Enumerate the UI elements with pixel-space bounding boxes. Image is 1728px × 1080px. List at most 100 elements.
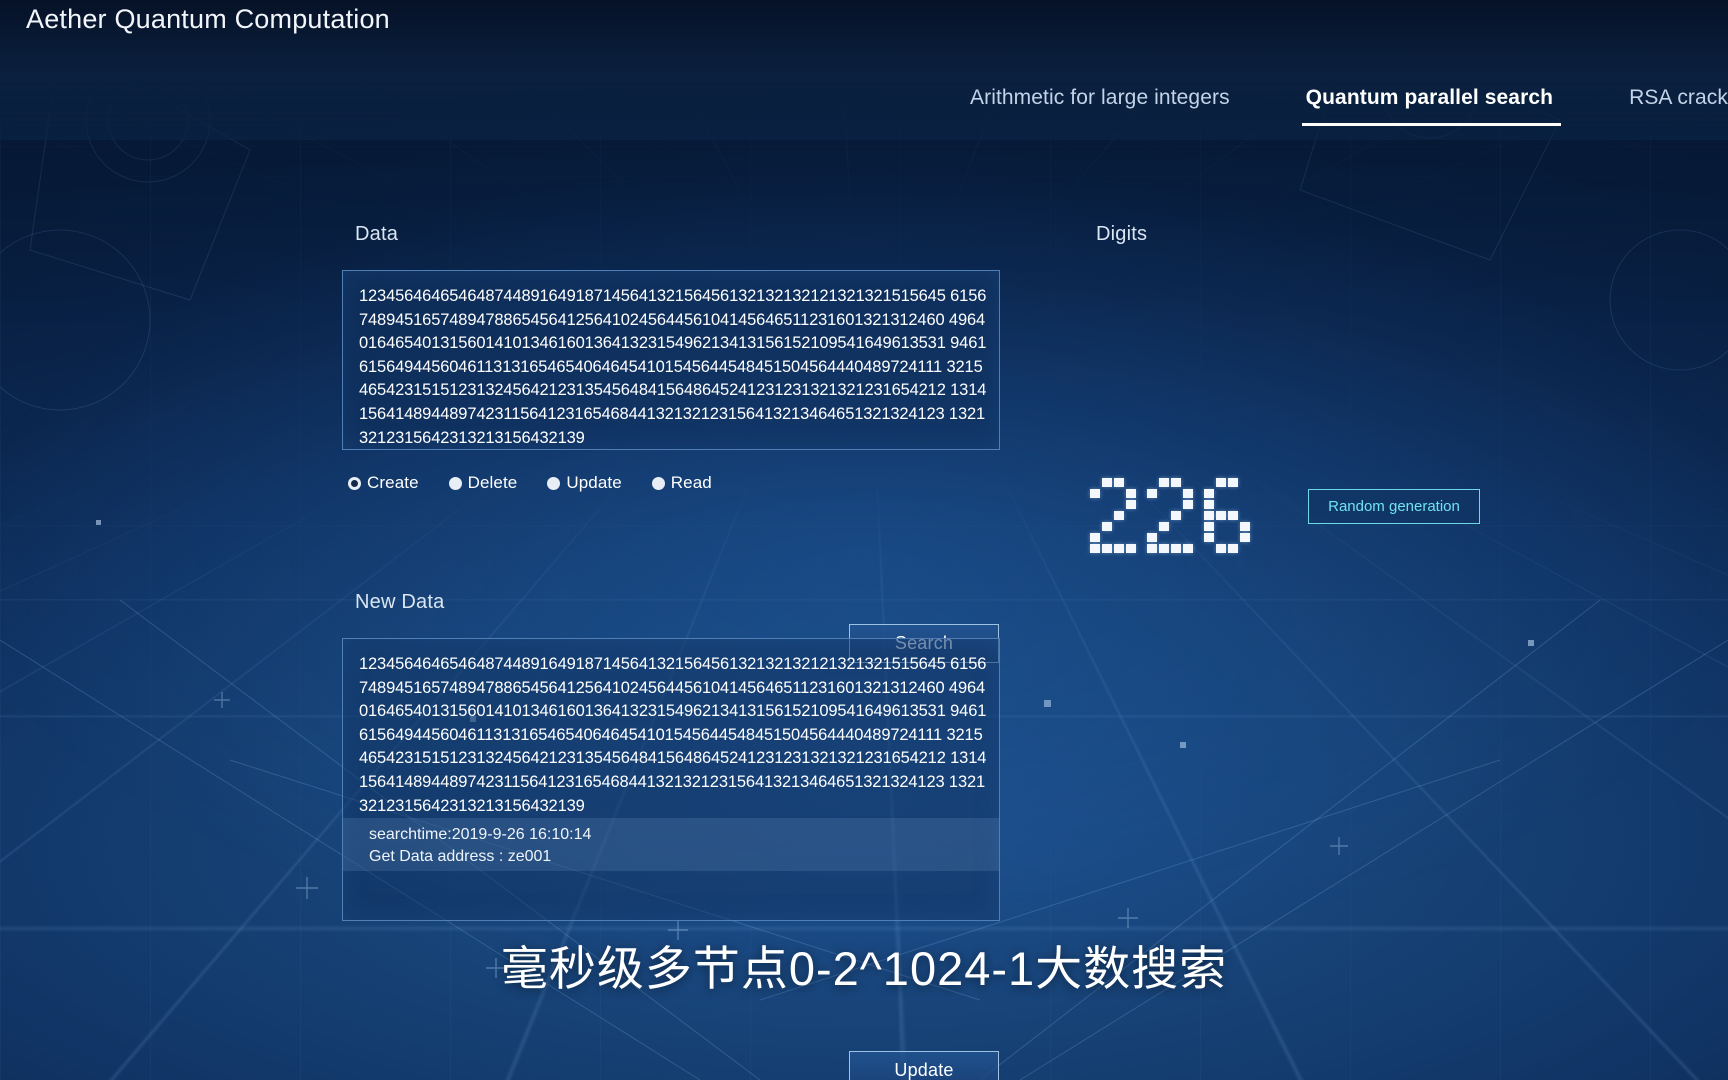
led-cell: [1090, 478, 1100, 487]
led-cell: [1240, 511, 1250, 520]
led-cell: [1183, 500, 1193, 509]
data-input[interactable]: 1234564646546487448916491871456413215645…: [342, 270, 1000, 450]
main-nav: Arithmetic for large integers Quantum pa…: [932, 86, 1728, 126]
radio-dot-icon: [348, 476, 361, 490]
led-cell: [1216, 522, 1226, 531]
led-cell: [1159, 500, 1169, 509]
led-cell: [1216, 478, 1226, 487]
new-data-line: 1564148944897423115641231654684413213212…: [359, 772, 986, 791]
led-cell: [1228, 478, 1238, 487]
led-cell: [1216, 500, 1226, 509]
led-cell: [1090, 500, 1100, 509]
data-address-text: Get Data address : ze001: [369, 848, 552, 865]
led-cell: [1147, 533, 1157, 542]
data-line: 7489451657489478865456412564102456445610…: [359, 310, 986, 329]
update-button[interactable]: Update: [849, 1051, 999, 1080]
led-cell: [1147, 478, 1157, 487]
led-cell: [1126, 500, 1136, 509]
led-cell: [1102, 500, 1112, 509]
data-line: 3212315642313213156432139: [359, 428, 585, 447]
led-cell: [1204, 489, 1214, 498]
page-title: Aether Quantum Computation: [26, 4, 390, 34]
led-cell: [1183, 544, 1193, 553]
radio-dot-icon: [547, 476, 561, 490]
led-cell: [1114, 533, 1124, 542]
led-cell: [1159, 489, 1169, 498]
led-cell: [1228, 489, 1238, 498]
led-cell: [1204, 544, 1214, 553]
led-cell: [1171, 511, 1181, 520]
led-cell: [1204, 511, 1214, 520]
led-cell: [1204, 478, 1214, 487]
led-cell: [1228, 511, 1238, 520]
led-cell: [1216, 489, 1226, 498]
radio-dot-icon: [651, 476, 665, 490]
led-cell: [1216, 533, 1226, 542]
led-cell: [1114, 511, 1124, 520]
led-cell: [1216, 544, 1226, 553]
data-line: 6156494456046113131654654064645410154564…: [359, 357, 983, 376]
footer-headline: 毫秒级多节点0-2^1024-1大数搜索: [500, 942, 1228, 995]
led-cell: [1090, 522, 1100, 531]
led-cell: [1240, 478, 1250, 487]
led-cell: [1090, 533, 1100, 542]
new-data-line: 4654231515123132456421231354564841564864…: [359, 749, 987, 768]
led-cell: [1171, 500, 1181, 509]
operation-radio-group: Create Delete Update Read: [348, 473, 712, 493]
new-data-line: 1234564646546487448916491871456413215645…: [359, 655, 987, 673]
led-cell: [1171, 533, 1181, 542]
new-data-line: 3212315642313213156432139: [359, 796, 585, 815]
led-cell: [1240, 522, 1250, 531]
led-cell: [1159, 533, 1169, 542]
led-cell: [1126, 533, 1136, 542]
search-time-text: searchtime:2019-9-26 16:10:14: [369, 826, 592, 843]
led-cell: [1171, 478, 1181, 487]
data-line: 4654231515123132456421231354564841564864…: [359, 381, 987, 400]
led-cell: [1228, 522, 1238, 531]
random-generation-button[interactable]: Random generation: [1308, 489, 1480, 524]
search-status-panel: searchtime:2019-9-26 16:10:14 Get Data a…: [343, 818, 999, 871]
led-cell: [1102, 478, 1112, 487]
led-cell: [1126, 544, 1136, 553]
radio-create[interactable]: Create: [348, 473, 419, 493]
led-cell: [1183, 522, 1193, 531]
radio-read[interactable]: Read: [651, 473, 712, 493]
led-cell: [1159, 522, 1169, 531]
radio-update[interactable]: Update: [547, 473, 622, 493]
led-cell: [1183, 511, 1193, 520]
led-cell: [1147, 544, 1157, 553]
led-cell: [1102, 544, 1112, 553]
led-cell: [1126, 489, 1136, 498]
led-cell: [1147, 522, 1157, 531]
led-cell: [1102, 489, 1112, 498]
led-cell: [1228, 533, 1238, 542]
radio-create-label: Create: [367, 473, 419, 492]
radio-delete[interactable]: Delete: [448, 473, 518, 493]
new-data-line: 6156494456046113131654654064645410154564…: [359, 725, 983, 744]
led-cell: [1102, 533, 1112, 542]
led-cell: [1114, 489, 1124, 498]
data-section-label: Data: [355, 223, 399, 245]
tab-arithmetic-for-large-integers[interactable]: Arithmetic for large integers: [932, 86, 1268, 126]
led-cell: [1159, 478, 1169, 487]
new-data-input[interactable]: 1234564646546487448916491871456413215645…: [342, 638, 1000, 921]
led-cell: [1159, 544, 1169, 553]
led-cell: [1240, 489, 1250, 498]
led-cell: [1183, 489, 1193, 498]
led-cell: [1216, 511, 1226, 520]
led-cell: [1183, 478, 1193, 487]
new-data-line: 7489451657489478865456412564102456445610…: [359, 678, 986, 697]
radio-dot-icon: [448, 476, 462, 490]
led-digit-2: [1147, 478, 1193, 553]
led-cell: [1147, 511, 1157, 520]
led-cell: [1171, 489, 1181, 498]
new-data-section-label: New Data: [355, 591, 445, 613]
radio-delete-label: Delete: [467, 473, 518, 492]
tab-quantum-parallel-search[interactable]: Quantum parallel search: [1268, 86, 1591, 126]
led-cell: [1171, 522, 1181, 531]
new-data-line: 0164654013156014101346160136413231549621…: [359, 702, 987, 721]
led-cell: [1204, 522, 1214, 531]
led-cell: [1126, 511, 1136, 520]
tab-rsa-crack[interactable]: RSA crack: [1591, 86, 1728, 126]
led-cell: [1114, 500, 1124, 509]
